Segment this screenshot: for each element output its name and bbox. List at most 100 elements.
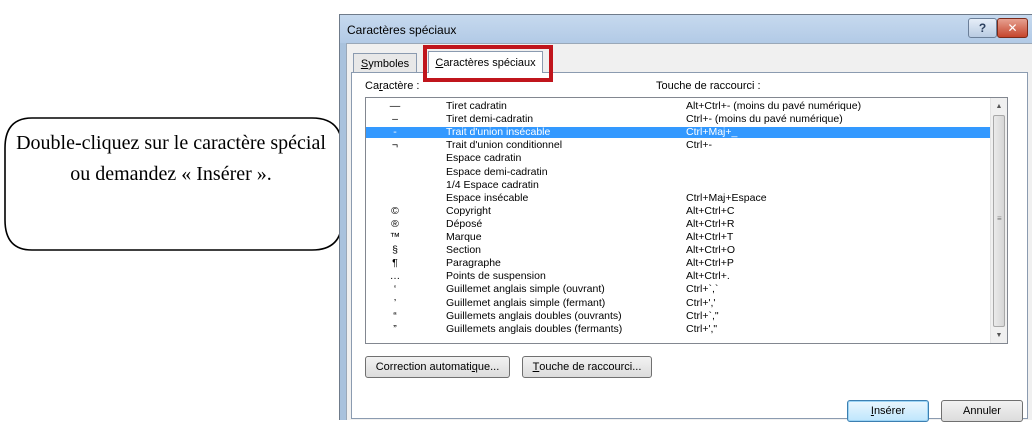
list-item[interactable]: ® Déposé Alt+Ctrl+R: [366, 217, 992, 230]
list-item[interactable]: ™ Marque Alt+Ctrl+T: [366, 232, 992, 243]
tab-symboles-label: ymboles: [368, 57, 410, 70]
tab-caracteres-speciaux[interactable]: Caractères spéciaux: [428, 51, 543, 73]
tab-symboles[interactable]: Symboles: [353, 53, 417, 73]
autocorrect-label-pre: Correction automati: [375, 361, 472, 373]
list-item-name: Espace insécable: [446, 191, 529, 204]
scroll-grip-icon: ≡: [997, 214, 1002, 223]
insert-button[interactable]: Insérer: [847, 400, 929, 422]
scroll-thumb[interactable]: ≡: [993, 115, 1005, 327]
list-item-shortcut: Ctrl+',": [686, 322, 718, 335]
list-item-shortcut: Ctrl+`,": [686, 309, 719, 322]
list-item[interactable]: Espace cadratin: [366, 153, 992, 164]
shortcut-key-mnemonic: T: [532, 361, 540, 373]
list-item-name: Guillemets anglais doubles (fermants): [446, 322, 623, 335]
list-item[interactable]: ’ Guillemet anglais simple (fermant) Ctrl+…: [366, 296, 992, 309]
list-item-name: Section: [446, 244, 482, 257]
list-item-name: 1/4 Espace cadratin: [446, 178, 539, 191]
list-item[interactable]: ¬ Trait d'union conditionnel Ctrl+-: [366, 140, 992, 151]
list-item-character: ¬: [391, 139, 399, 152]
list-item-name: Déposé: [446, 217, 483, 230]
list-item[interactable]: Espace demi-cadratin: [366, 165, 992, 178]
list-item-name: Espace cadratin: [446, 152, 522, 165]
help-button[interactable]: ?: [968, 18, 997, 38]
list-item-shortcut: Ctrl+- (moins du pavé numérique): [686, 113, 843, 126]
list-item-character: -: [393, 126, 397, 139]
dialog-client-area: Symboles Caractère : Touche de raccourci…: [346, 43, 1032, 422]
list-item-name: Points de suspension: [446, 270, 546, 283]
list-item-character: ¶: [392, 257, 398, 270]
list-item-character: …: [389, 270, 401, 283]
character-header-prefix: Ca: [365, 80, 380, 92]
help-icon: ?: [978, 21, 987, 35]
list-item[interactable]: “ Guillemets anglais doubles (ouvrants) Ct…: [366, 309, 992, 322]
list-item[interactable]: — Tiret cadratin Alt+Ctrl+- (moins du pavé…: [366, 101, 992, 112]
list-item[interactable]: - Trait d'union insécable Ctrl+Maj+_: [366, 126, 992, 139]
list-item[interactable]: ¶ Paragraphe Alt+Ctrl+P: [366, 258, 992, 269]
cancel-button[interactable]: Annuler: [941, 400, 1023, 422]
list-item-name: Trait d'union conditionnel: [446, 139, 563, 152]
tab-special-mnemonic: C: [435, 56, 444, 69]
list-item-shortcut: Alt+Ctrl+T: [686, 231, 734, 243]
list-item-shortcut: Alt+Ctrl+P: [686, 257, 734, 270]
list-item[interactable]: Espace insécable Ctrl+Maj+Espace: [366, 191, 992, 204]
list-item[interactable]: … Points de suspension Alt+Ctrl+.: [366, 271, 992, 282]
list-item-name: Tiret demi-cadratin: [446, 113, 534, 126]
list-item-character: ’: [393, 296, 397, 309]
autocorrect-button[interactable]: Correction automati q ue...: [365, 356, 510, 378]
list-item-name: Copyright: [446, 204, 491, 217]
list-item-character: “: [393, 309, 397, 322]
cancel-label: Annuler: [963, 405, 1001, 417]
list-item-character: ™: [389, 231, 401, 243]
list-item-shortcut: Alt+Ctrl+.: [686, 270, 730, 283]
list-item[interactable]: § Section Alt+Ctrl+O: [366, 245, 992, 256]
list-item-character: §: [392, 244, 398, 257]
list-item[interactable]: ‘ Guillemet anglais simple (ouvrant) Ctrl+…: [366, 284, 992, 295]
list-item-character: –: [392, 113, 398, 126]
character-column-header: Caractère :: [365, 80, 419, 92]
list-item-shortcut: Ctrl+Maj+_: [686, 126, 738, 139]
list-item-shortcut: Ctrl+Maj+Espace: [686, 191, 767, 204]
vertical-scrollbar[interactable]: ▲ ≡ ▼: [990, 98, 1007, 343]
list-item-character: ‘: [393, 283, 397, 296]
insert-label-post: nsérer: [873, 405, 906, 417]
list-item-shortcut: Alt+Ctrl+O: [686, 244, 736, 257]
list-item-name: Trait d'union insécable: [446, 126, 551, 139]
list-item-character: —: [389, 100, 401, 112]
list-item-character: ©: [391, 204, 399, 217]
shortcut-column-header: Touche de raccourci :: [656, 80, 761, 92]
shortcut-key-button[interactable]: Touche de raccourci...: [522, 356, 652, 378]
list-item-name: Guillemet anglais simple (ouvrant): [446, 283, 605, 296]
list-item-shortcut: Alt+Ctrl+- (moins du pavé numérique): [686, 100, 862, 112]
scroll-up-icon[interactable]: ▲: [991, 98, 1007, 114]
close-icon: ✕: [1007, 21, 1018, 35]
special-characters-dialog: Caractères spéciaux ? ✕ Symboles Caractè…: [339, 14, 1032, 422]
special-characters-list[interactable]: — Tiret cadratin Alt+Ctrl+- (moins du pavé…: [365, 97, 1008, 344]
list-item-character: ®: [391, 217, 399, 230]
list-item-shortcut: Ctrl+',': [686, 296, 716, 309]
list-item[interactable]: – Tiret demi-cadratin Ctrl+- (moins du pav…: [366, 114, 992, 125]
list-item-name: Guillemets anglais doubles (ouvrants): [446, 309, 622, 322]
list-item[interactable]: © Copyright Alt+Ctrl+C: [366, 204, 992, 217]
list-item-name: Marque: [446, 231, 482, 243]
shortcut-key-label-post: ouche de raccourci...: [539, 361, 642, 373]
list-item-shortcut: Alt+Ctrl+R: [686, 217, 735, 230]
autocorrect-label-post: ue...: [477, 361, 500, 373]
list-item-name: Paragraphe: [446, 257, 501, 270]
special-characters-panel: Caractère : Touche de raccourci : — Tiret…: [351, 72, 1028, 419]
list-item[interactable]: ” Guillemets anglais doubles (fermants) Ct…: [366, 322, 992, 335]
close-button[interactable]: ✕: [997, 18, 1028, 38]
title-bar[interactable]: Caractères spéciaux ? ✕: [340, 15, 1032, 43]
list-item-shortcut: Ctrl+`,`: [686, 283, 719, 296]
list-item[interactable]: 1/4 Espace cadratin: [366, 178, 992, 191]
list-item-name: Guillemet anglais simple (fermant): [446, 296, 606, 309]
tab-special-label: aractères spéciaux: [443, 56, 536, 69]
list-item-name: Tiret cadratin: [446, 100, 507, 112]
scroll-down-icon[interactable]: ▼: [991, 327, 1007, 343]
list-item-shortcut: Ctrl+-: [686, 139, 712, 152]
character-header-rest: actère :: [382, 80, 420, 92]
callout-text: Double-cliquez sur le caractère spécial …: [16, 132, 326, 185]
dialog-title: Caractères spéciaux: [347, 23, 457, 37]
list-item-shortcut: Alt+Ctrl+C: [686, 204, 735, 217]
list-item-character: ”: [393, 322, 397, 335]
list-item-name: Espace demi-cadratin: [446, 165, 548, 178]
